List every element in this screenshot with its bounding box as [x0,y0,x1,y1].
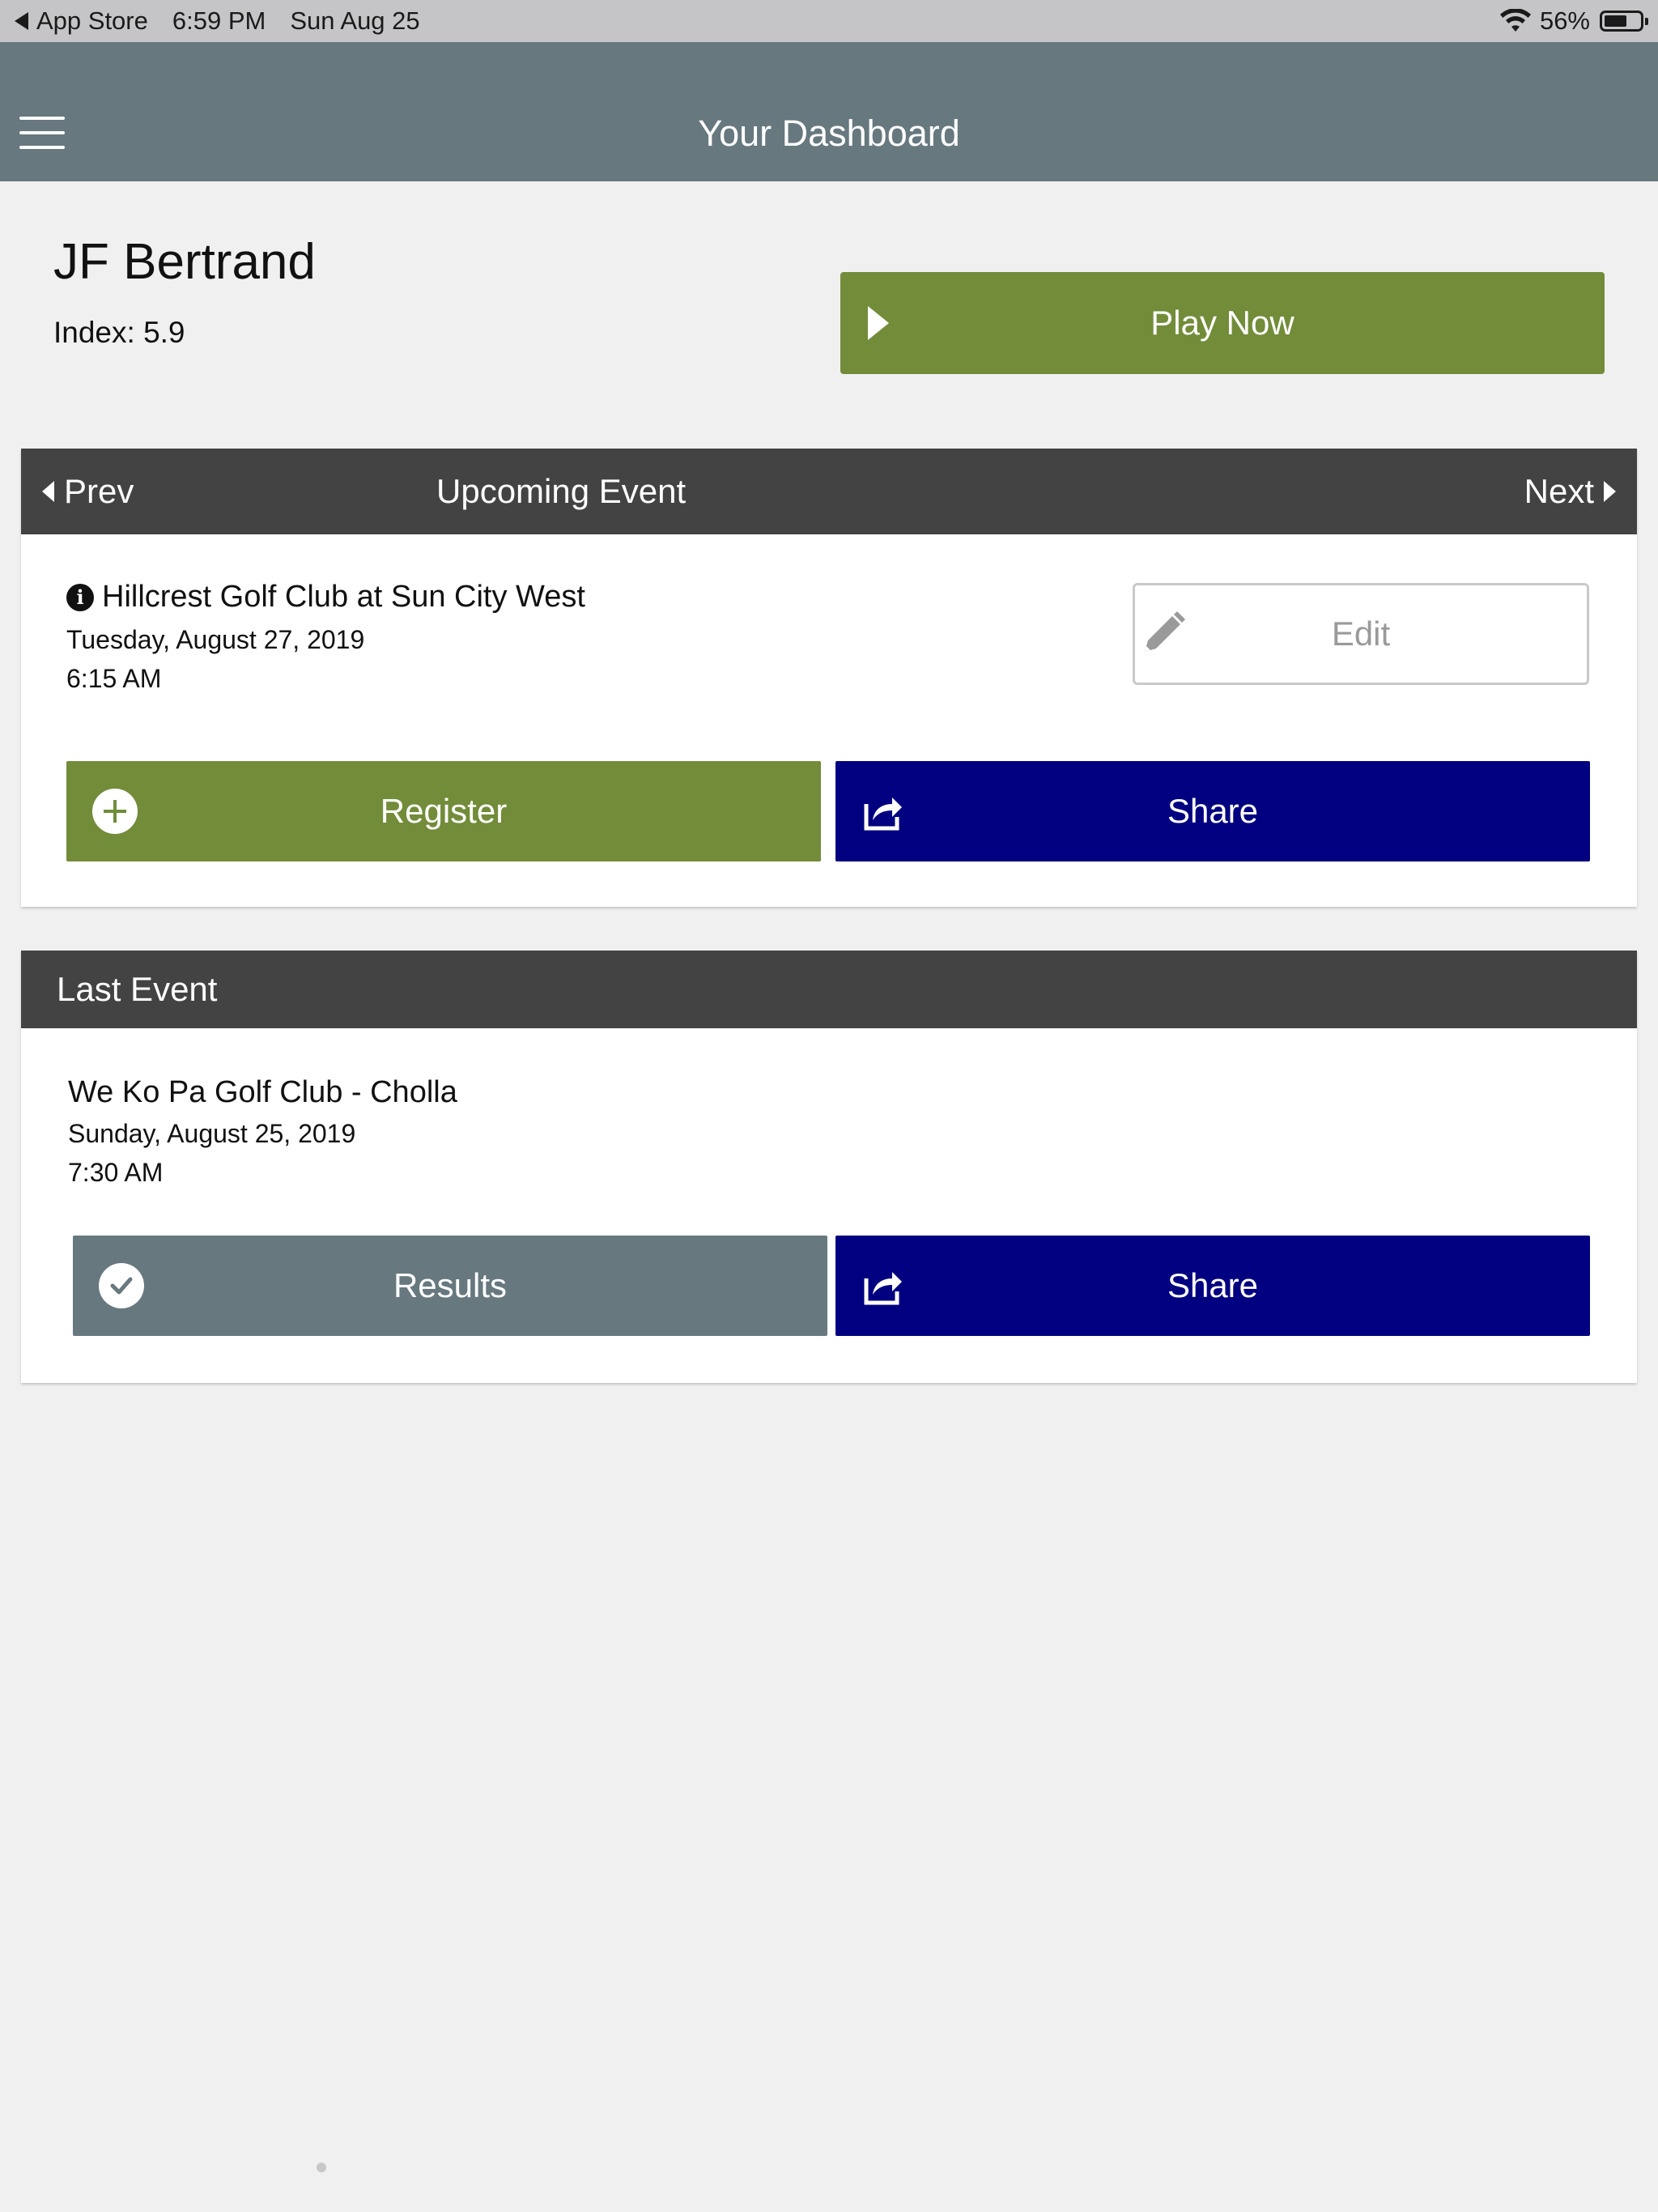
app-header: Your Dashboard [0,42,1658,181]
status-bar: App Store 6:59 PM Sun Aug 25 56% [0,0,1658,42]
last-event-header: Last Event [21,951,1637,1028]
play-icon [868,306,889,340]
share-upcoming-label: Share [1167,792,1259,830]
last-event-card: Last Event We Ko Pa Golf Club - Cholla S… [21,951,1637,1383]
share-last-label: Share [1167,1266,1259,1304]
upcoming-event-date: Tuesday, August 27, 2019 [66,625,365,654]
upcoming-event-course[interactable]: i Hillcrest Golf Club at Sun City West [66,580,585,615]
results-button[interactable]: Results [73,1236,827,1336]
edit-button[interactable]: Edit [1133,583,1589,685]
prev-label: Prev [64,472,134,510]
last-event-time: 7:30 AM [68,1158,164,1187]
check-circle-icon [99,1263,144,1308]
last-course-label: We Ko Pa Golf Club - Cholla [68,1075,457,1109]
page-title: Your Dashboard [698,113,960,154]
results-label: Results [393,1266,508,1304]
prev-button[interactable]: Prev [42,449,134,534]
back-arrow-icon[interactable] [15,12,28,30]
chevron-right-icon [1604,481,1616,502]
status-right: 56% [1499,0,1648,42]
play-now-button[interactable]: Play Now [840,272,1605,374]
pencil-icon [1145,611,1185,652]
wifi-icon [1499,9,1531,32]
share-icon [864,798,902,831]
register-label: Register [380,792,508,830]
register-button[interactable]: Register [66,761,821,861]
share-icon [864,1272,902,1305]
profile-name: JF Bertrand [53,234,316,290]
status-time: 6:59 PM [172,6,266,35]
back-app-label[interactable]: App Store [36,6,148,36]
battery-icon [1600,11,1648,32]
upcoming-event-time: 6:15 AM [66,664,162,693]
share-upcoming-button[interactable]: Share [835,761,1590,861]
next-button[interactable]: Next [1524,449,1616,534]
battery-percent: 56% [1539,6,1590,35]
info-icon[interactable]: i [66,583,94,611]
edit-label: Edit [1331,615,1391,653]
upcoming-event-header: Prev Upcoming Event Next [21,449,1637,534]
profile-index: Index: 5.9 [53,316,185,349]
status-date: Sun Aug 25 [290,6,420,35]
upcoming-event-title: Upcoming Event [436,472,687,510]
upcoming-event-card: Prev Upcoming Event Next i Hillcrest Gol… [21,449,1637,907]
play-now-label: Play Now [1150,304,1295,342]
home-indicator [317,2163,326,2172]
chevron-left-icon [42,481,54,502]
status-left: App Store 6:59 PM Sun Aug 25 [15,6,444,36]
last-event-course: We Ko Pa Golf Club - Cholla [68,1075,457,1110]
next-label: Next [1524,472,1594,510]
share-last-button[interactable]: Share [835,1236,1590,1336]
upcoming-course-label: Hillcrest Golf Club at Sun City West [102,580,585,614]
last-event-date: Sunday, August 25, 2019 [68,1119,356,1148]
plus-circle-icon [92,789,138,834]
last-event-title: Last Event [57,970,218,1008]
